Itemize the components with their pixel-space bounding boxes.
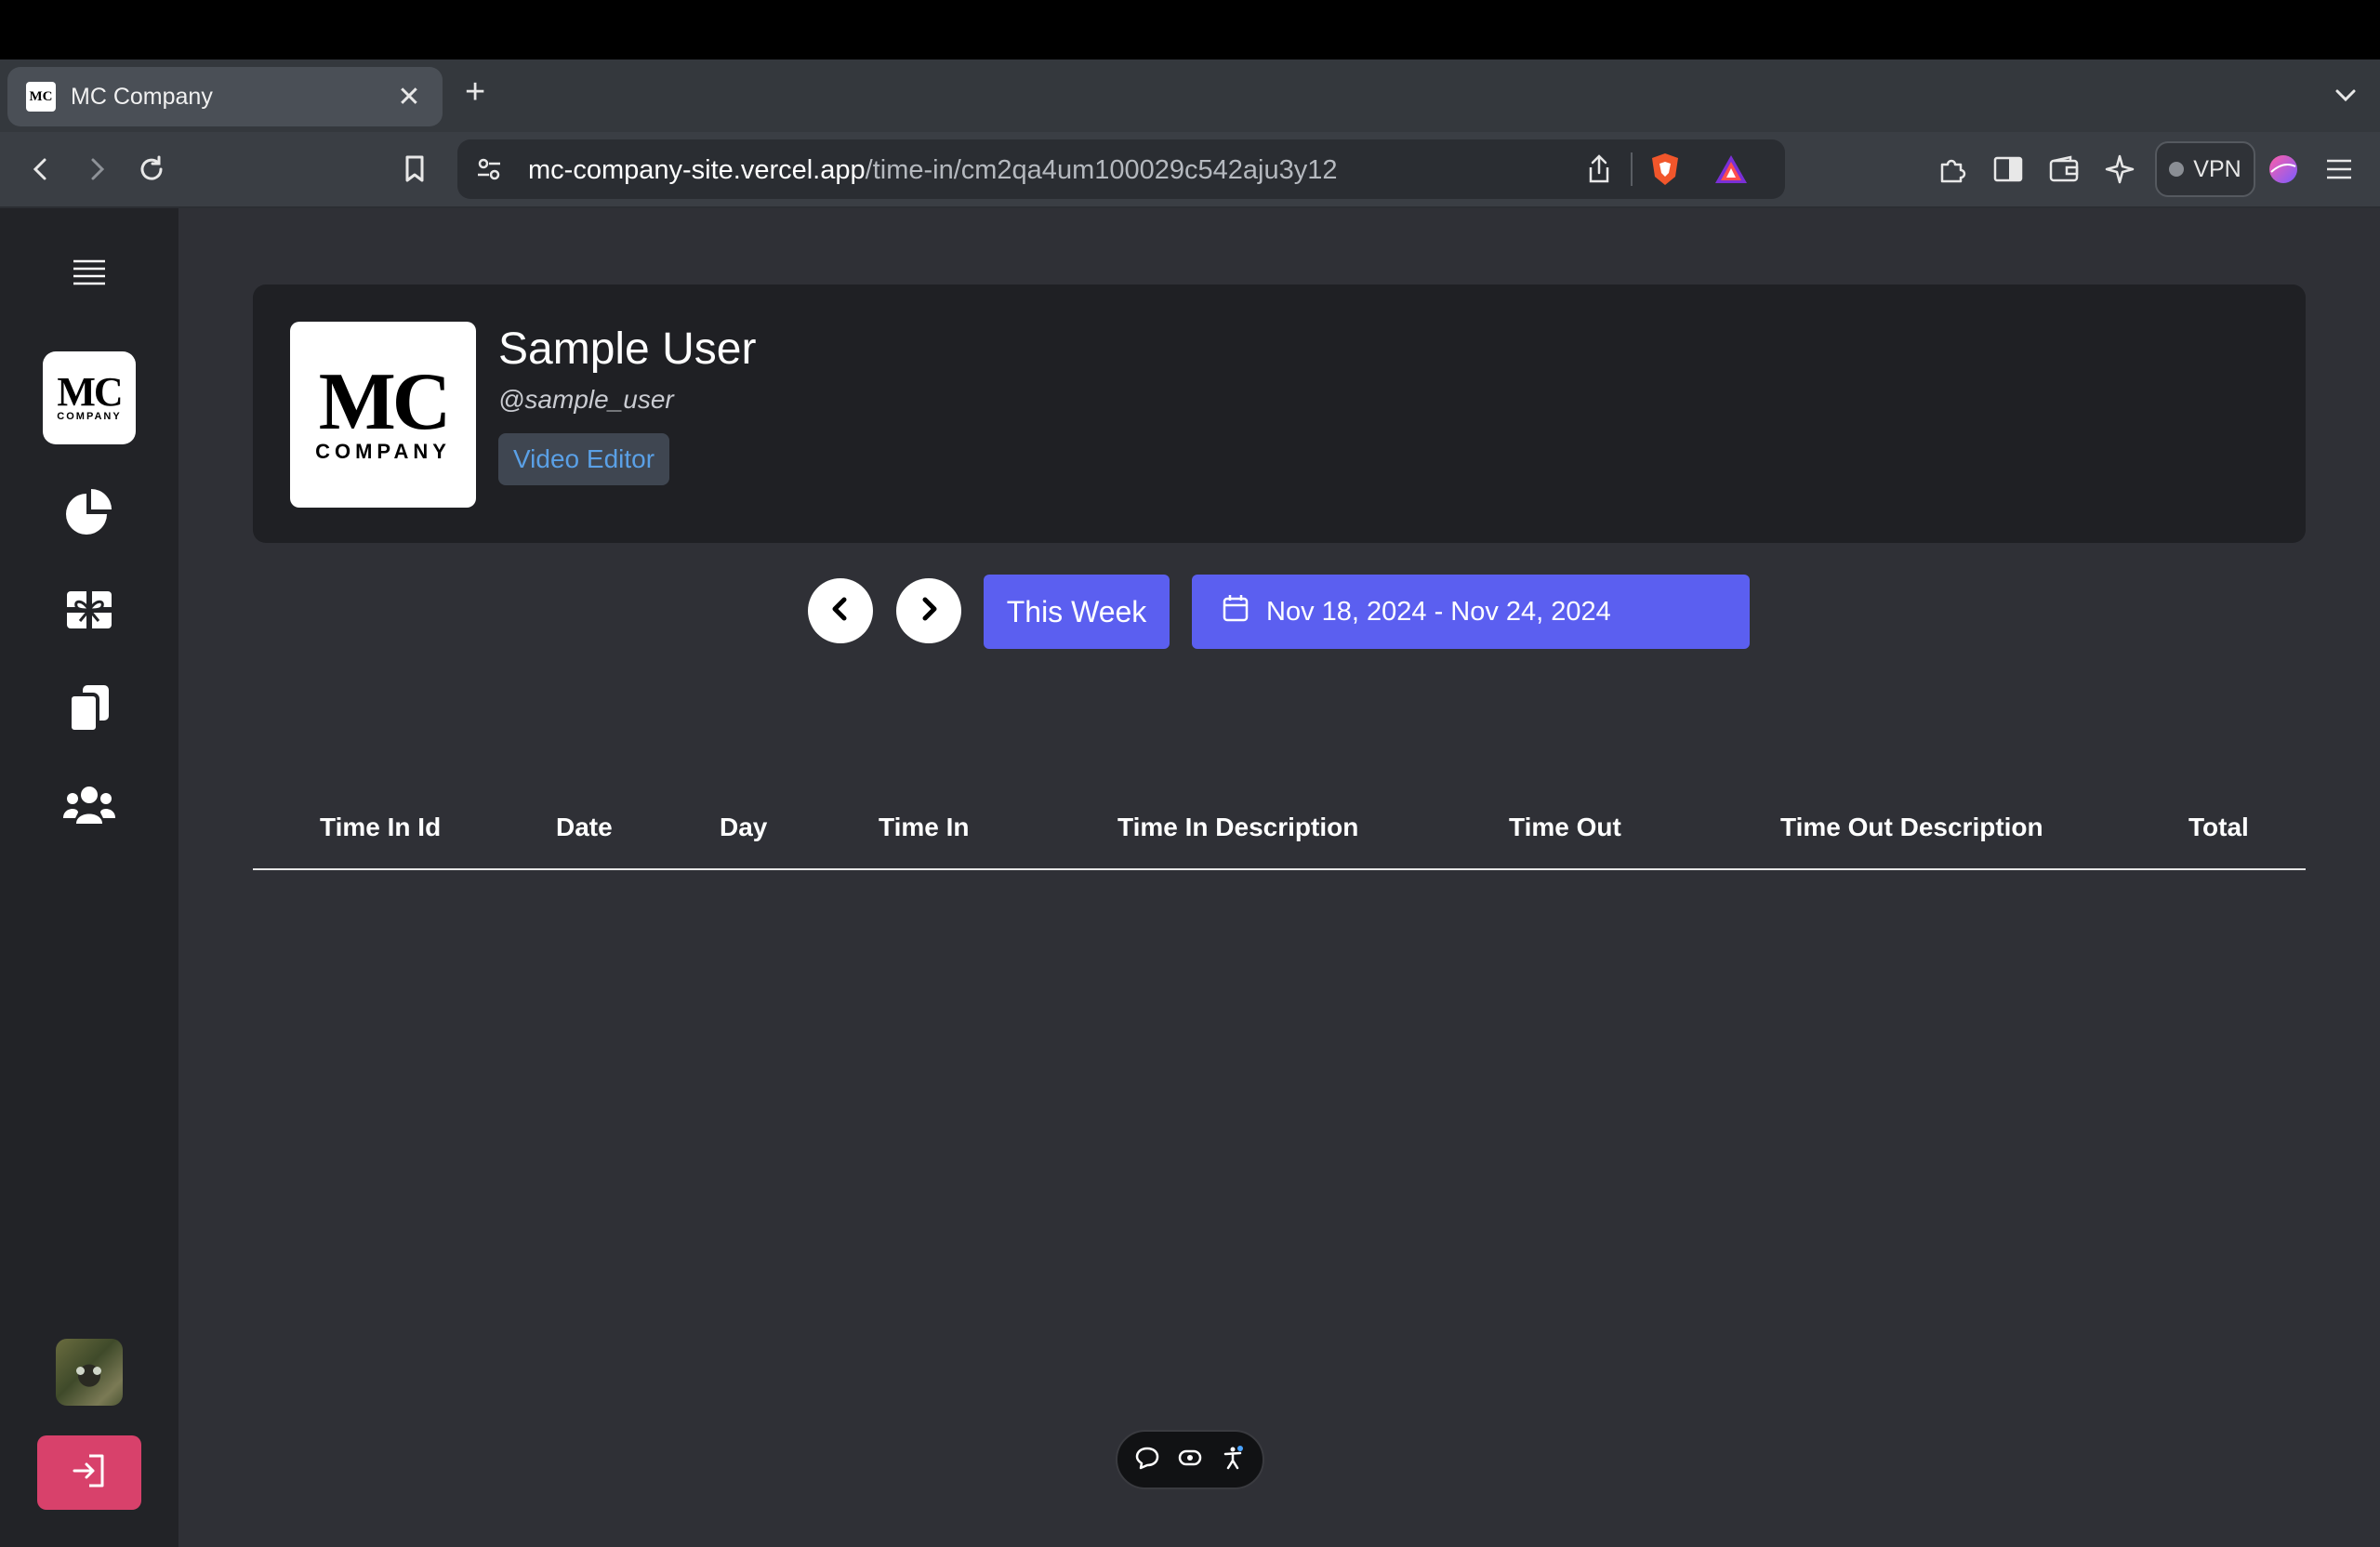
column-header-time-in-description[interactable]: Time In Description	[1117, 813, 1358, 842]
role-badge: Video Editor	[498, 433, 670, 485]
vpn-status-dot	[2169, 162, 2185, 177]
menu-icon[interactable]	[43, 236, 136, 311]
address-bar[interactable]: mc-company-site.vercel.app/time-in/cm2qa…	[457, 139, 1785, 199]
sidebar-item-dashboard[interactable]	[43, 476, 136, 550]
sidebar-logo-company: COMPANY	[57, 410, 122, 422]
avatar-eye	[93, 1367, 101, 1375]
table-header: Time In Id Date Day Time In Time In Desc…	[253, 766, 2306, 870]
chevron-right-icon	[915, 595, 943, 628]
users-icon	[63, 785, 115, 830]
close-tab-icon[interactable]: ✕	[394, 81, 424, 113]
brave-rewards-icon[interactable]	[1712, 152, 1750, 191]
profile-handle: @sample_user	[498, 385, 674, 414]
copy-icon	[68, 683, 111, 738]
tab-strip: MC MC Company ✕ +	[0, 60, 2380, 132]
company-logo-company: COMPANY	[315, 439, 451, 463]
reload-icon[interactable]	[133, 151, 170, 188]
tab-favicon: MC	[26, 82, 56, 112]
sidebar-item-team[interactable]	[43, 770, 136, 844]
browser-menu-icon[interactable]	[2320, 151, 2358, 188]
sidebar-toggle-icon[interactable]	[1990, 151, 2027, 188]
browser-toolbar: mc-company-site.vercel.app/time-in/cm2qa…	[0, 132, 2380, 208]
gift-icon	[65, 588, 113, 637]
extensions-icon[interactable]	[1934, 151, 1971, 188]
date-range-picker[interactable]: Nov 18, 2024 - Nov 24, 2024	[1192, 575, 1750, 649]
sidebar-item-documents[interactable]	[43, 673, 136, 747]
wallet-icon[interactable]	[2045, 151, 2082, 188]
url-text: mc-company-site.vercel.app/time-in/cm2qa…	[528, 155, 1337, 186]
tab-title: MC Company	[71, 83, 213, 110]
url-path: /time-in/cm2qa4um100029c542aju3y12	[865, 155, 1338, 185]
comment-icon[interactable]	[1134, 1445, 1160, 1475]
week-navigation: This Week Nov 18, 2024 - Nov 24, 2024	[178, 575, 2380, 649]
column-header-time-out[interactable]: Time Out	[1509, 813, 1621, 842]
sidebar-item-rewards[interactable]	[43, 575, 136, 649]
preview-icon[interactable]	[1177, 1445, 1203, 1475]
company-logo: MC COMPANY	[290, 322, 476, 508]
floating-toolbar	[1116, 1430, 1264, 1489]
column-header-time-in-id[interactable]: Time In Id	[320, 813, 441, 842]
column-header-time-out-description[interactable]: Time Out Description	[1780, 813, 2043, 842]
back-icon[interactable]	[22, 151, 60, 188]
new-tab-icon[interactable]: +	[465, 74, 485, 110]
site-settings-icon[interactable]	[474, 154, 504, 189]
url-domain: mc-company-site.vercel.app	[528, 155, 866, 185]
column-header-date[interactable]: Date	[556, 813, 613, 842]
column-header-time-in[interactable]: Time In	[879, 813, 970, 842]
calendar-icon	[1222, 593, 1250, 630]
next-week-button[interactable]	[896, 578, 961, 643]
company-logo-mc: MC	[318, 357, 452, 448]
avatar-eye	[76, 1367, 85, 1375]
profile-avatar-icon[interactable]	[2265, 151, 2302, 188]
previous-week-button[interactable]	[808, 578, 873, 643]
sidebar: MC COMPANY	[0, 208, 178, 1547]
screen-top-bar	[0, 0, 2380, 60]
share-icon[interactable]	[1584, 152, 1614, 191]
sidebar-logo-mc: MC	[57, 369, 123, 416]
browser-tab[interactable]: MC MC Company ✕	[7, 67, 443, 126]
user-avatar[interactable]	[56, 1339, 123, 1406]
chevron-down-icon[interactable]	[2330, 80, 2361, 112]
profile-card: MC COMPANY Sample User @sample_user Vide…	[253, 284, 2306, 543]
this-week-button[interactable]: This Week	[984, 575, 1170, 649]
brave-shields-icon[interactable]	[1647, 151, 1683, 192]
vpn-label: VPN	[2193, 155, 2241, 182]
main-content: MC COMPANY Sample User @sample_user Vide…	[178, 208, 2380, 1547]
column-header-total[interactable]: Total	[2188, 813, 2249, 842]
leo-ai-icon[interactable]	[2101, 151, 2138, 188]
logout-button[interactable]	[37, 1435, 141, 1510]
profile-name: Sample User	[498, 324, 757, 374]
pie-chart-icon	[64, 486, 114, 541]
vpn-button[interactable]: VPN	[2155, 141, 2255, 197]
accessibility-icon[interactable]	[1220, 1445, 1246, 1475]
time-in-table: Time In Id Date Day Time In Time In Desc…	[253, 766, 2306, 870]
app-root: MC COMPANY MC COMPANY Sample User @sampl…	[0, 208, 2380, 1547]
bookmark-icon[interactable]	[396, 151, 433, 188]
column-header-day[interactable]: Day	[720, 813, 767, 842]
date-range-text: Nov 18, 2024 - Nov 24, 2024	[1266, 596, 1611, 627]
forward-icon[interactable]	[78, 151, 115, 188]
url-divider	[1631, 152, 1633, 186]
logout-icon	[71, 1452, 108, 1494]
chevron-left-icon	[826, 595, 854, 628]
sidebar-logo[interactable]: MC COMPANY	[43, 351, 136, 444]
